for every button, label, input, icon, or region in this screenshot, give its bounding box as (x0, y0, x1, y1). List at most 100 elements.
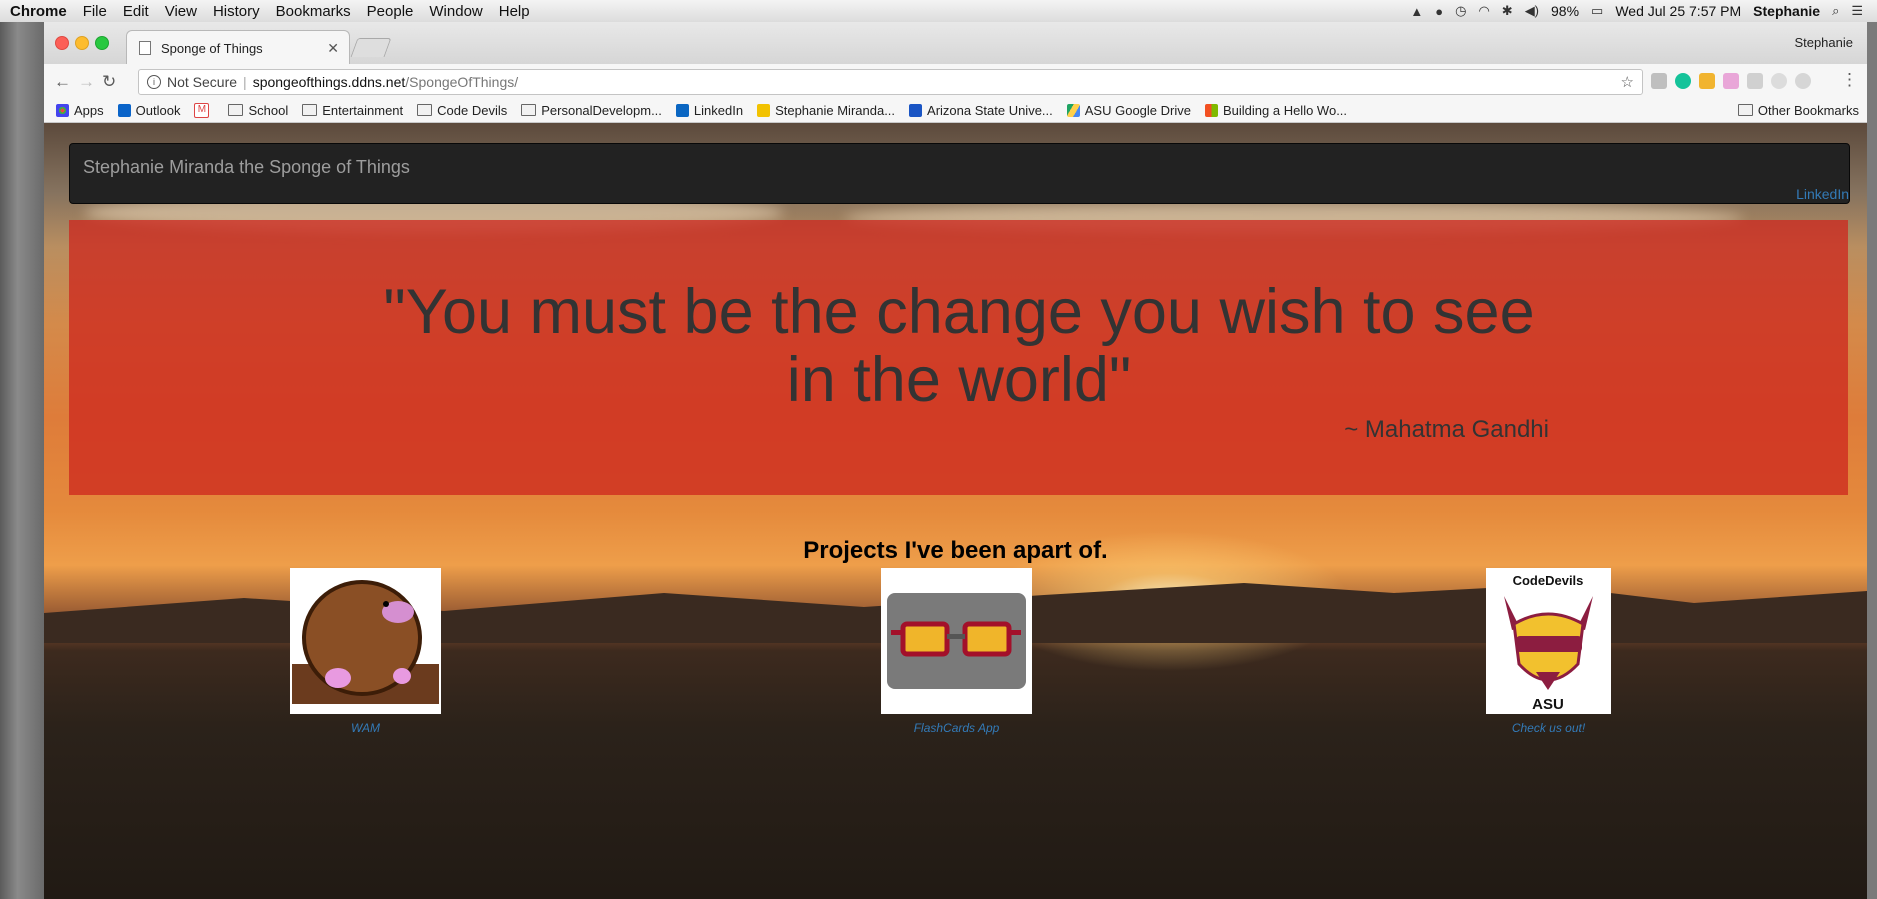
bookmark-label: Code Devils (437, 102, 508, 118)
bookmark-building-hello-world[interactable]: Building a Hello Wo... (1204, 103, 1347, 118)
quote-text: "You must be the change you wish to see … (383, 277, 1535, 415)
bookmark-label: LinkedIn (693, 102, 744, 118)
grid-extension-icon[interactable] (1747, 73, 1763, 89)
bookmark-label: School (248, 102, 289, 118)
microsoft-icon (1204, 103, 1218, 117)
linkedin-nav-link[interactable]: LinkedIn (1796, 186, 1849, 202)
security-label: Not Secure (167, 74, 238, 90)
linkedin-icon (675, 103, 689, 117)
bookmark-asu-google-drive[interactable]: ASU Google Drive (1066, 102, 1191, 118)
outlook-icon (117, 103, 131, 117)
volume-icon[interactable]: ◀) (1525, 3, 1539, 19)
tab-strip: Sponge of Things ✕ Stephanie (44, 22, 1867, 65)
sparkle-extension-icon[interactable] (1723, 73, 1739, 89)
bookmark-label: Apps (74, 102, 104, 118)
minimize-window-button[interactable] (75, 36, 89, 50)
folder-icon (521, 104, 537, 116)
menu-history[interactable]: History (205, 3, 268, 20)
wifi-icon[interactable]: ◠ (1478, 3, 1489, 19)
calendar-icon (909, 103, 923, 117)
bookmark-label: ASU Google Drive (1084, 102, 1191, 118)
bookmark-school[interactable]: School (228, 103, 288, 118)
reload-icon[interactable]: ↻ (102, 72, 116, 92)
svg-text:CodeDevils: CodeDevils (1513, 573, 1584, 588)
bookmark-gmail[interactable]: M (194, 102, 214, 118)
browser-window: Sponge of Things ✕ Stephanie ← → ↻ i Not… (44, 22, 1867, 899)
menu-bookmarks[interactable]: Bookmarks (268, 3, 359, 20)
codedevils-project-image[interactable]: CodeDevils ASU (1486, 568, 1611, 714)
bluetooth-icon[interactable]: ✱ (1502, 3, 1513, 19)
bookmark-apps[interactable]: Apps (56, 103, 104, 118)
wam-caption-link[interactable]: WAM (290, 721, 441, 735)
bookmark-label: Arizona State Unive... (927, 102, 1053, 118)
codedevils-caption-link[interactable]: Check us out! (1486, 721, 1611, 735)
folder-icon (228, 104, 244, 116)
bookmark-arizona-state[interactable]: Arizona State Unive... (909, 103, 1053, 118)
page-viewport[interactable]: Stephanie Miranda the Sponge of Things L… (44, 123, 1867, 899)
flashcards-caption-link[interactable]: FlashCards App (881, 721, 1032, 735)
apps-grid-icon (56, 103, 69, 117)
close-window-button[interactable] (55, 36, 69, 50)
time-machine-icon[interactable]: ◷ (1455, 3, 1466, 19)
url-path: /SpongeOfThings/ (405, 74, 519, 90)
bookmark-outlook[interactable]: Outlook (117, 102, 181, 118)
google-drive-icon (1066, 103, 1080, 117)
tab-sponge-of-things[interactable]: Sponge of Things ✕ (126, 30, 350, 65)
site-navbar: Stephanie Miranda the Sponge of Things L… (69, 143, 1850, 204)
url-separator: | (243, 74, 247, 90)
quote-jumbotron: "You must be the change you wish to see … (69, 220, 1848, 495)
notification-center-icon[interactable]: ☰ (1851, 3, 1863, 19)
bookmark-personal-development[interactable]: PersonalDevelopm... (521, 103, 662, 118)
pencil-extension-icon[interactable] (1699, 73, 1715, 89)
menu-help[interactable]: Help (491, 3, 538, 20)
page-icon (139, 41, 151, 55)
chrome-menu-icon[interactable]: ⋮ (1841, 70, 1858, 90)
bookmarks-bar: Apps Outlook M School Entertainment Code… (44, 98, 1867, 123)
sunglasses-icon (887, 593, 1026, 689)
bookmark-label: Entertainment (322, 102, 404, 118)
bookmark-linkedin[interactable]: LinkedIn (675, 102, 744, 118)
bookmark-star-icon[interactable]: ☆ (1621, 73, 1634, 91)
back-icon[interactable]: ← (54, 72, 71, 92)
battery-percent: 98% (1551, 3, 1580, 19)
site-brand[interactable]: Stephanie Miranda the Sponge of Things (83, 157, 410, 178)
bookmark-stephanie-miranda[interactable]: Stephanie Miranda... (757, 103, 895, 118)
bookmark-other-bookmarks[interactable]: Other Bookmarks (1737, 103, 1859, 118)
drive-status-icon[interactable]: ▲ (1410, 4, 1423, 19)
address-bar[interactable]: i Not Secure | spongeofthings.ddns.net /… (138, 69, 1643, 95)
gmail-icon: M (194, 102, 210, 118)
battery-icon[interactable]: ▭ (1591, 3, 1603, 19)
projects-heading: Projects I've been apart of. (803, 537, 1108, 564)
menu-app-name[interactable]: Chrome (10, 3, 75, 20)
record-icon[interactable]: ● (1435, 4, 1443, 19)
menu-people[interactable]: People (359, 3, 422, 20)
cloud-extension-icon[interactable] (1651, 73, 1667, 89)
wam-project-image[interactable] (290, 568, 441, 714)
bookmark-entertainment[interactable]: Entertainment (302, 103, 403, 118)
menu-view[interactable]: View (157, 3, 205, 20)
menu-file[interactable]: File (75, 3, 115, 20)
forward-icon[interactable]: → (78, 72, 95, 92)
mole-icon (292, 580, 439, 704)
folder-icon (417, 104, 433, 116)
desktop-background (0, 22, 44, 899)
bookmark-label: Outlook (135, 102, 181, 118)
menu-edit[interactable]: Edit (115, 3, 157, 20)
close-tab-icon[interactable]: ✕ (327, 40, 339, 57)
menubar-clock[interactable]: Wed Jul 25 7:57 PM (1615, 3, 1741, 19)
menubar-user[interactable]: Stephanie (1753, 3, 1820, 19)
bookmark-code-devils[interactable]: Code Devils (417, 103, 507, 118)
grammarly-extension-icon[interactable] (1675, 73, 1691, 89)
zoom-window-button[interactable] (95, 36, 109, 50)
browser-toolbar: ← → ↻ i Not Secure | spongeofthings.ddns… (44, 64, 1867, 98)
url-host: spongeofthings.ddns.net (252, 74, 406, 90)
profile-name[interactable]: Stephanie (1794, 35, 1853, 50)
flashcards-project-image[interactable] (881, 568, 1032, 714)
settings-extension-icon[interactable] (1795, 73, 1811, 89)
new-tab-button[interactable] (350, 38, 392, 57)
react-extension-icon[interactable] (1771, 73, 1787, 89)
spotlight-search-icon[interactable]: ⌕ (1832, 3, 1839, 19)
info-icon[interactable]: i (147, 75, 161, 89)
menu-window[interactable]: Window (421, 3, 490, 20)
folder-icon (1737, 104, 1753, 116)
